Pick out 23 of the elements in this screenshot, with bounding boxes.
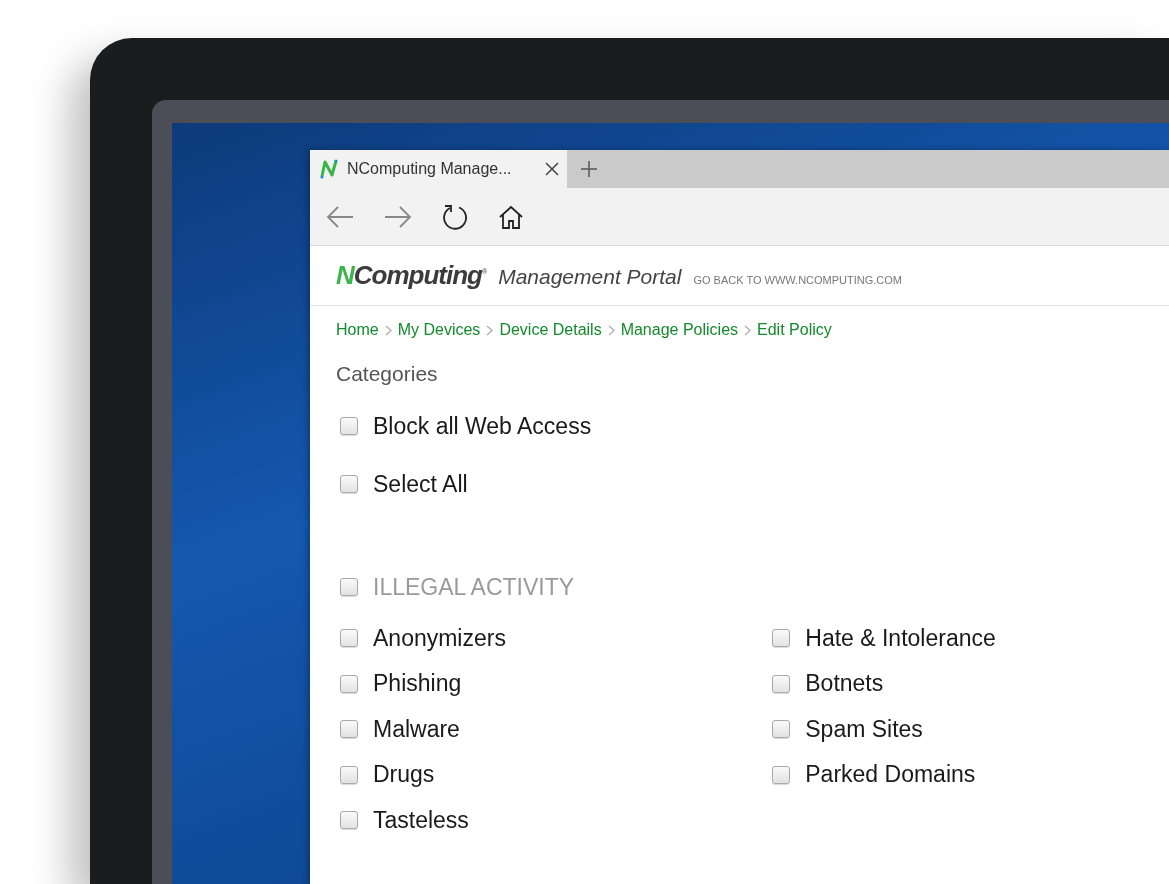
breadcrumb-link[interactable]: Manage Policies	[620, 321, 739, 339]
browser-tab[interactable]: NComputing Manage...	[310, 150, 567, 188]
breadcrumb-link[interactable]: My Devices	[397, 321, 481, 339]
checkbox-label: Spam Sites	[805, 715, 923, 743]
checkbox-label: Drugs	[373, 761, 435, 788]
checkbox-label: ILLEGAL ACTIVITY	[373, 573, 575, 601]
checkbox-label: Select All	[373, 470, 468, 498]
breadcrumb-link[interactable]: Edit Policy	[757, 321, 832, 339]
checkbox-label: Botnets	[805, 670, 884, 697]
checkbox-label: Hate & Intolerance	[805, 624, 996, 652]
checkbox-label: Malware	[373, 715, 460, 743]
checkbox-label: Phishing	[373, 670, 462, 697]
tab-title: NComputing Manage...	[347, 160, 513, 178]
checkbox-label: Tasteless	[373, 806, 469, 834]
website-link[interactable]: GO BACK TO WWW.NCOMPUTING.COM	[693, 274, 902, 286]
checkbox-label: Anonymizers	[373, 624, 506, 652]
portal-title: Management Portal	[498, 265, 682, 289]
section-heading: Categories	[336, 362, 439, 386]
breadcrumb-link[interactable]: Home	[336, 321, 379, 339]
checkbox-label: Block all Web Access	[373, 412, 592, 440]
logo[interactable]: NComputing$^{®}$	[336, 260, 487, 291]
checkbox-label: Parked Domains	[805, 761, 976, 788]
breadcrumb-link[interactable]: Device Details	[499, 321, 602, 339]
